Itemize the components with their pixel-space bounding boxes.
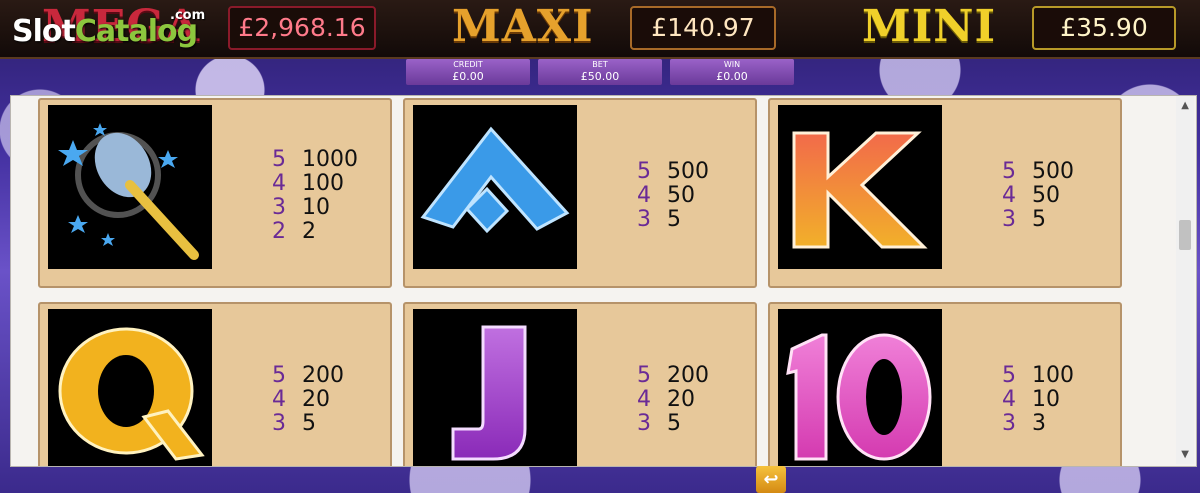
maxi-jackpot-value: £140.97 — [630, 6, 776, 50]
pay-amount: 5 — [667, 207, 681, 232]
pay-row: 5 200 — [272, 364, 344, 388]
win-value: £0.00 — [716, 70, 748, 83]
pay-count: 5 — [637, 159, 651, 184]
paytable-cell-k: 5 500 4 50 35 — [768, 98, 1122, 288]
pay-list: 5 200 4 20 35 — [637, 364, 709, 436]
pay-count: 5 — [637, 363, 651, 388]
win-label: WIN — [723, 60, 741, 69]
pay-amount: 2 — [302, 219, 316, 244]
pay-row: 33 — [1002, 412, 1074, 436]
pay-count: 5 — [272, 147, 286, 172]
pay-row: 5 1000 — [272, 148, 358, 172]
pay-row: 35 — [637, 412, 709, 436]
pay-row: 4 20 — [272, 388, 344, 412]
scroll-down-icon[interactable]: ▼ — [1181, 449, 1189, 460]
pay-count: 4 — [272, 387, 286, 412]
pay-count: 4 — [637, 183, 651, 208]
pay-count: 3 — [272, 195, 286, 220]
pay-row: 5 500 — [1002, 160, 1074, 184]
j-symbol-icon — [413, 309, 577, 466]
pay-amount: 50 — [667, 183, 695, 208]
pay-count: 5 — [1002, 159, 1016, 184]
pay-amount: 5 — [302, 411, 316, 436]
pay-row: 4 50 — [637, 184, 709, 208]
pay-amount: 1000 — [302, 147, 358, 172]
credit-value: £0.00 — [452, 70, 484, 83]
pay-count: 4 — [1002, 387, 1016, 412]
pay-amount: 500 — [667, 159, 709, 184]
pay-row: 35 — [1002, 208, 1074, 232]
pay-row: 4 100 — [272, 172, 358, 196]
win-display: WIN £0.00 — [670, 59, 794, 85]
pay-row: 5 200 — [637, 364, 709, 388]
pay-count: 3 — [272, 411, 286, 436]
pay-amount: 100 — [302, 171, 344, 196]
pay-amount: 5 — [667, 411, 681, 436]
paytable-cell-wand: 5 1000 4 100 3 10 22 — [38, 98, 392, 288]
pay-amount: 5 — [1032, 207, 1046, 232]
paytable-grid: 5 1000 4 100 3 10 22 5 500 4 50 35 5 500… — [38, 96, 1166, 466]
pay-row: 4 50 — [1002, 184, 1074, 208]
maxi-jackpot-label: MAXI — [452, 1, 594, 52]
pay-row: 35 — [637, 208, 709, 232]
scroll-up-icon[interactable]: ▲ — [1181, 100, 1189, 111]
pay-amount: 20 — [667, 387, 695, 412]
pay-amount: 20 — [302, 387, 330, 412]
pay-list: 5 1000 4 100 3 10 22 — [272, 148, 358, 244]
back-arrow-icon: ↩ — [763, 469, 779, 490]
pay-list: 5 200 4 20 35 — [272, 364, 344, 436]
bet-display: BET £50.00 — [538, 59, 662, 85]
pay-list: 5 500 4 50 35 — [1002, 160, 1074, 232]
pay-count: 2 — [272, 219, 286, 244]
credit-display: CREDIT £0.00 — [406, 59, 530, 85]
scrollbar[interactable]: ▲ ▼ — [1176, 96, 1194, 464]
paytable-cell-q: 5 200 4 20 35 — [38, 302, 392, 466]
wand-symbol-icon — [48, 105, 212, 269]
scroll-thumb[interactable] — [1179, 220, 1191, 250]
ten-symbol-icon — [778, 309, 942, 466]
pay-amount: 100 — [1032, 363, 1074, 388]
bet-label: BET — [592, 60, 608, 69]
pay-amount: 200 — [302, 363, 344, 388]
pay-row: 4 20 — [637, 388, 709, 412]
a-symbol-icon — [413, 105, 577, 269]
pay-count: 4 — [1002, 183, 1016, 208]
back-button[interactable]: ↩ — [756, 466, 786, 493]
pay-amount: 10 — [302, 195, 330, 220]
pay-count: 3 — [637, 411, 651, 436]
pay-amount: 50 — [1032, 183, 1060, 208]
mini-jackpot-value: £35.90 — [1032, 6, 1176, 50]
watermark-slot: Slot — [12, 14, 76, 49]
pay-row: 5 100 — [1002, 364, 1074, 388]
pay-list: 5 100 4 10 33 — [1002, 364, 1074, 436]
paytable-cell-a: 5 500 4 50 35 — [403, 98, 757, 288]
pay-list: 5 500 4 50 35 — [637, 160, 709, 232]
pay-count: 3 — [1002, 411, 1016, 436]
pay-amount: 200 — [667, 363, 709, 388]
pay-count: 4 — [637, 387, 651, 412]
pay-amount: 10 — [1032, 387, 1060, 412]
paytable-cell-j: 5 200 4 20 35 — [403, 302, 757, 466]
paytable-cell-ten: 5 100 4 10 33 — [768, 302, 1122, 466]
pay-count: 3 — [637, 207, 651, 232]
pay-count: 4 — [272, 171, 286, 196]
watermark-com: .com — [170, 8, 206, 23]
pay-row: 22 — [272, 220, 358, 244]
paytable-panel[interactable]: 5 1000 4 100 3 10 22 5 500 4 50 35 5 500… — [10, 95, 1197, 467]
mini-jackpot-label: MINI — [862, 1, 997, 52]
pay-count: 5 — [272, 363, 286, 388]
q-symbol-icon — [48, 309, 212, 466]
pay-amount: 500 — [1032, 159, 1074, 184]
pay-row: 4 10 — [1002, 388, 1074, 412]
k-symbol-icon — [778, 105, 942, 269]
pay-row: 3 10 — [272, 196, 358, 220]
pay-amount: 3 — [1032, 411, 1046, 436]
pay-count: 5 — [1002, 363, 1016, 388]
pay-row: 5 500 — [637, 160, 709, 184]
mega-jackpot-value: £2,968.16 — [228, 6, 376, 50]
bet-value: £50.00 — [580, 70, 620, 83]
pay-count: 3 — [1002, 207, 1016, 232]
pay-row: 35 — [272, 412, 344, 436]
credit-label: CREDIT — [453, 60, 483, 69]
